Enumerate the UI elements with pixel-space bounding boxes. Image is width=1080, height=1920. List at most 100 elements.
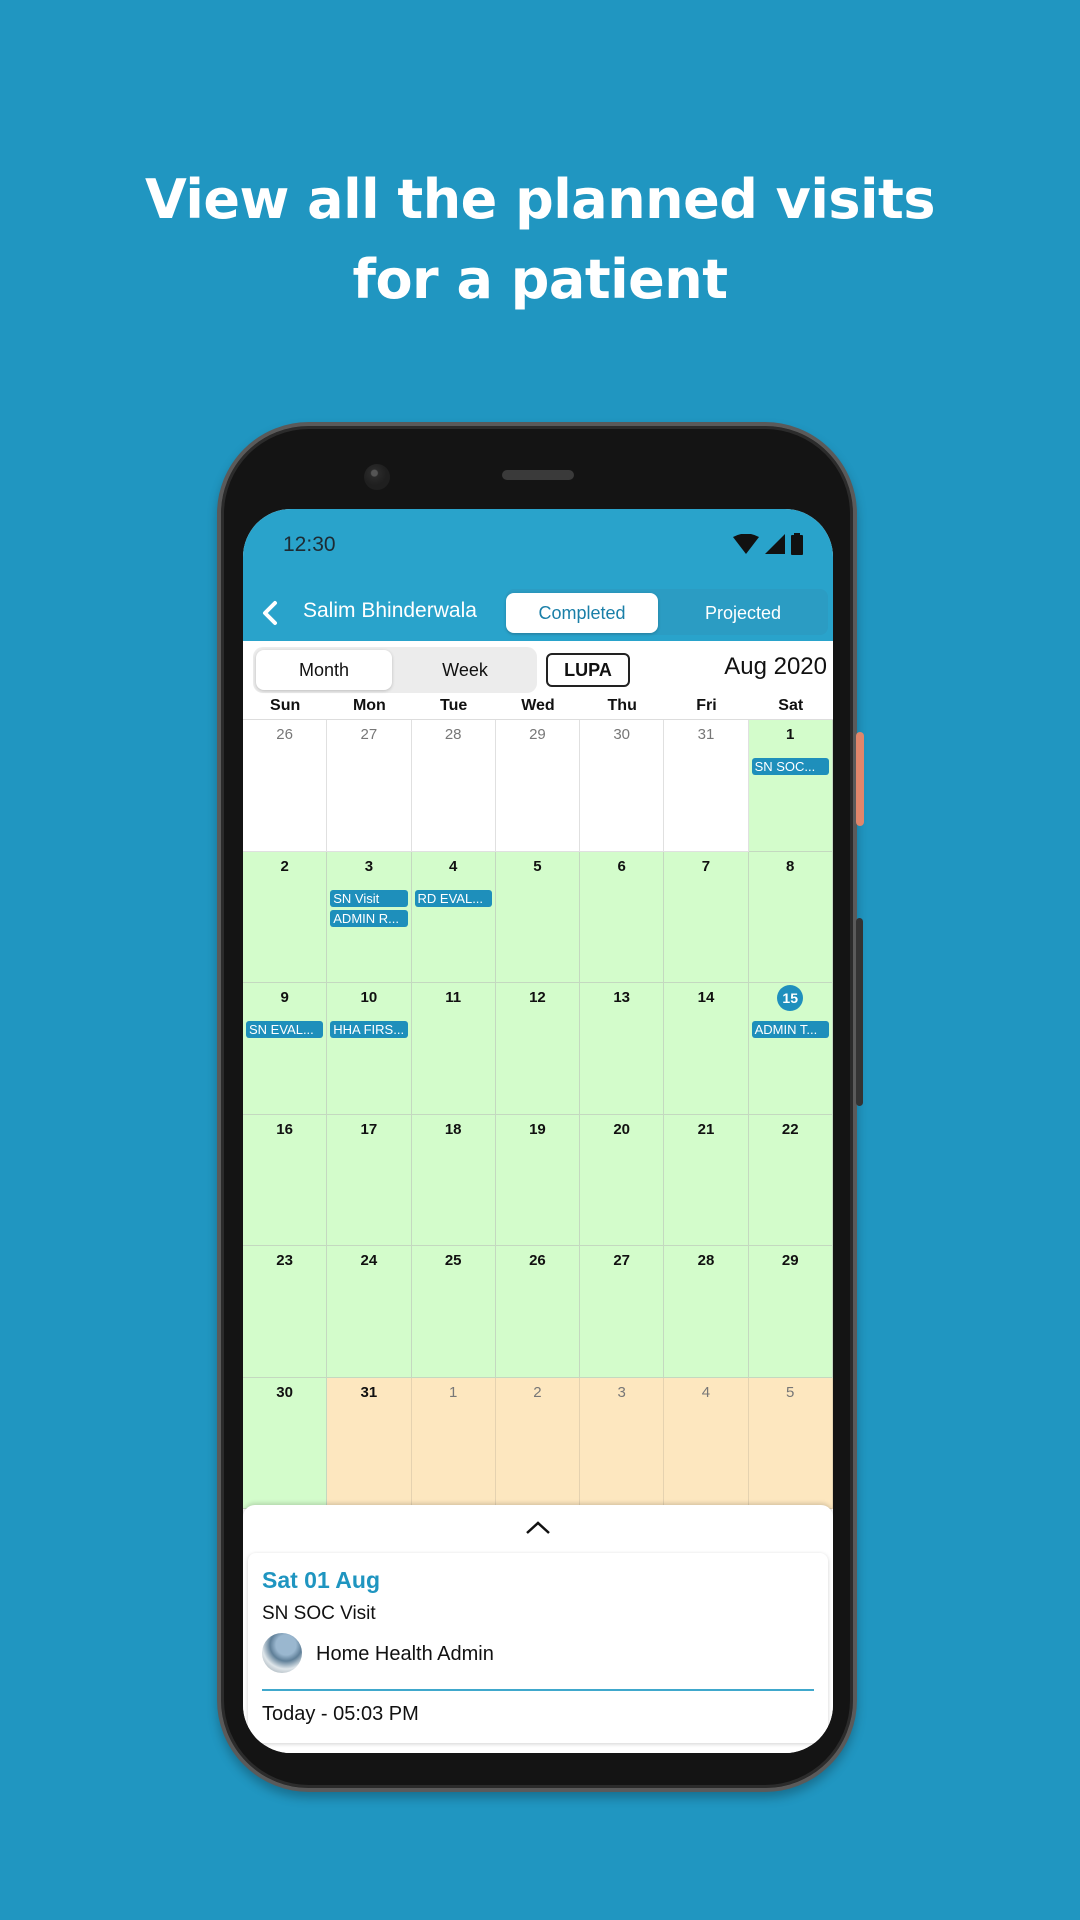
day-cell[interactable]: 28: [664, 1246, 749, 1378]
day-number: 20: [613, 1120, 631, 1138]
day-cell[interactable]: 26: [495, 1246, 581, 1378]
day-number: 18: [444, 1120, 462, 1138]
status-bar: 12:30: [243, 509, 833, 579]
day-number: 4: [448, 857, 458, 875]
day-cell[interactable]: 25: [411, 1246, 496, 1378]
day-cell[interactable]: 5: [495, 851, 581, 983]
weekday-header: Sun Mon Tue Wed Thu Fri Sat: [243, 697, 833, 719]
status-icons: [733, 533, 803, 555]
day-cell[interactable]: 16: [243, 1114, 328, 1246]
visit-event-chip[interactable]: SN EVAL...: [246, 1021, 324, 1038]
day-cell[interactable]: 23: [243, 1246, 328, 1378]
lupa-button[interactable]: LUPA: [546, 653, 630, 687]
day-number: 31: [360, 1383, 378, 1401]
day-cell[interactable]: 31: [327, 1377, 412, 1509]
day-cell[interactable]: 29: [495, 720, 581, 852]
day-cell[interactable]: 30: [243, 1377, 328, 1509]
day-number: 23: [276, 1252, 293, 1269]
day-cell[interactable]: 22: [748, 1114, 833, 1246]
tab-completed[interactable]: Completed: [506, 593, 658, 633]
day-cell[interactable]: 20: [580, 1114, 665, 1246]
week-row: 9 SN EVAL... 10 HHA FIRS... 11 12 13 14 15 ADMIN …: [243, 983, 833, 1115]
day-cell[interactable]: 8: [748, 851, 833, 983]
weekday-label: Wed: [521, 697, 555, 714]
day-cell[interactable]: 3 SN Visit ADMIN R...: [327, 851, 412, 983]
clinician-name: Home Health Admin: [316, 1643, 494, 1665]
day-number: 1: [786, 726, 795, 743]
day-cell[interactable]: 31: [664, 720, 749, 852]
day-cell[interactable]: 29: [748, 1246, 833, 1378]
headline-line-1: View all the planned visits: [145, 168, 936, 231]
day-cell[interactable]: 1 SN SOC...: [748, 720, 833, 852]
day-cell[interactable]: 1: [411, 1377, 496, 1509]
day-number: 26: [276, 726, 293, 743]
day-cell[interactable]: 24: [327, 1246, 412, 1378]
week-row: 16 17 18 19 20 21 22: [243, 1114, 833, 1246]
day-cell[interactable]: 17: [327, 1114, 412, 1246]
headline: View all the planned visits for a patien…: [0, 160, 1080, 320]
day-number: 13: [613, 989, 631, 1006]
speaker-grille: [502, 470, 574, 480]
today-day-number: 15: [777, 985, 804, 1011]
view-month-button[interactable]: Month: [256, 650, 392, 690]
day-cell[interactable]: 7: [664, 851, 749, 983]
day-cell[interactable]: 6: [580, 851, 665, 983]
visit-event-chip[interactable]: SN SOC...: [751, 758, 829, 775]
day-cell[interactable]: 4: [664, 1377, 749, 1509]
visit-event-chip[interactable]: ADMIN T...: [751, 1021, 829, 1038]
expand-sheet-button[interactable]: [523, 1517, 553, 1537]
avatar: [262, 1633, 302, 1673]
day-cell[interactable]: 28: [411, 720, 496, 852]
day-cell[interactable]: 9 SN EVAL...: [243, 983, 328, 1115]
day-cell[interactable]: 15 ADMIN T...: [748, 983, 833, 1115]
day-number: 1: [448, 1383, 458, 1401]
day-number: 24: [360, 1252, 378, 1269]
weekday-label: Tue: [440, 697, 468, 714]
day-cell[interactable]: 5: [748, 1377, 833, 1509]
week-row: 26 27 28 29 30 31 1 SN SOC...: [243, 720, 833, 852]
day-cell[interactable]: 21: [664, 1114, 749, 1246]
day-cell[interactable]: 2: [243, 851, 328, 983]
visit-event-chip[interactable]: HHA FIRS...: [330, 1021, 408, 1038]
visit-card[interactable]: Sat 01 Aug SN SOC Visit Home Health Admi…: [248, 1553, 828, 1743]
day-number: 5: [786, 1383, 795, 1401]
day-cell[interactable]: 2: [495, 1377, 581, 1509]
day-cell[interactable]: 30: [580, 720, 665, 852]
divider: [262, 1689, 814, 1691]
week-row: 23 24 25 26 27 28 29: [243, 1246, 833, 1378]
day-cell[interactable]: 18: [411, 1114, 496, 1246]
patient-name: Salim Bhinderwala: [303, 599, 477, 622]
day-cell[interactable]: 19: [495, 1114, 581, 1246]
day-cell[interactable]: 11: [411, 983, 496, 1115]
day-cell[interactable]: 27: [580, 1246, 665, 1378]
day-cell[interactable]: 13: [580, 983, 665, 1115]
day-number: 17: [360, 1120, 378, 1138]
back-button[interactable]: [257, 597, 285, 629]
battery-icon: [791, 533, 803, 555]
day-number: 30: [613, 726, 631, 743]
day-number: 28: [697, 1252, 715, 1269]
day-cell[interactable]: 27: [327, 720, 412, 852]
tab-projected[interactable]: Projected: [658, 593, 828, 633]
day-cell[interactable]: 14: [664, 983, 749, 1115]
day-number: 25: [444, 1252, 462, 1269]
weekday-label: Mon: [352, 697, 386, 714]
day-cell[interactable]: 4 RD EVAL...: [411, 851, 496, 983]
day-number: 6: [617, 857, 626, 875]
visit-date: Sat 01 Aug: [262, 1567, 381, 1593]
day-number: 29: [781, 1252, 799, 1269]
camera-icon: [364, 464, 390, 490]
day-cell[interactable]: 3: [580, 1377, 665, 1509]
visit-event-chip[interactable]: RD EVAL...: [414, 889, 492, 907]
day-number: 3: [364, 857, 374, 875]
app-bar: Salim Bhinderwala Completed Projected: [243, 585, 833, 641]
day-cell[interactable]: 26: [243, 720, 328, 852]
day-number: 21: [697, 1120, 715, 1138]
calendar-toolbar: Month Week LUPA Aug 2020: [243, 641, 833, 697]
day-cell[interactable]: 12: [495, 983, 581, 1115]
visit-event-chip[interactable]: ADMIN R...: [330, 909, 408, 927]
view-week-button[interactable]: Week: [395, 650, 535, 690]
weekday-label: Fri: [696, 697, 717, 714]
visit-event-chip[interactable]: SN Visit: [330, 889, 408, 907]
day-cell[interactable]: 10 HHA FIRS...: [327, 983, 412, 1115]
